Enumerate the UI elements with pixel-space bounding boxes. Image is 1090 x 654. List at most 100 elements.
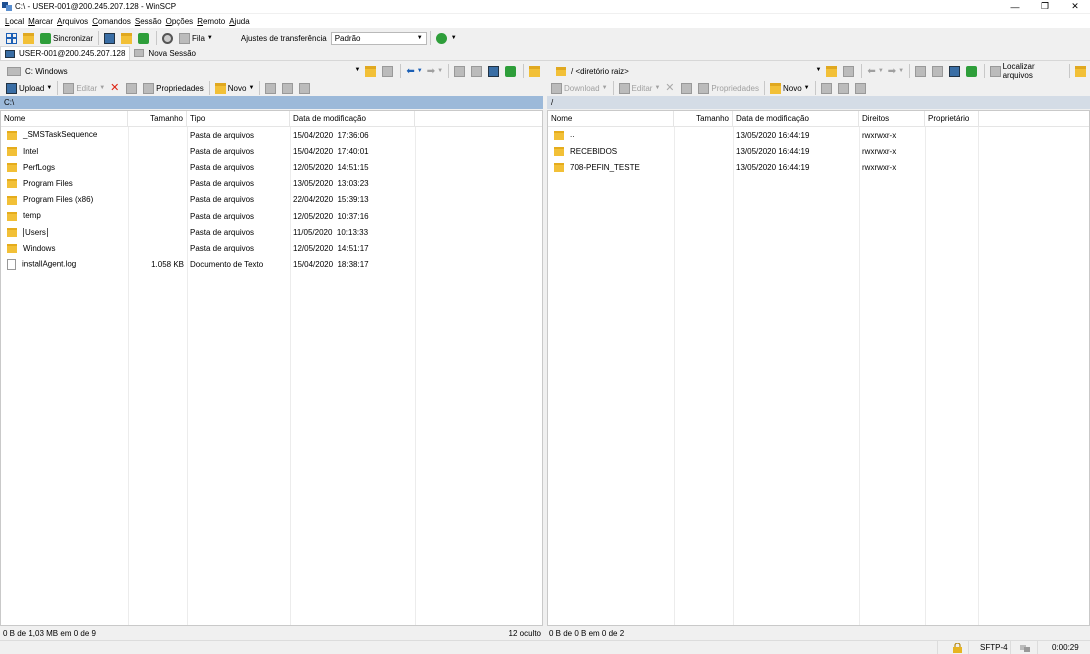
menu-ajuda[interactable]: Ajuda (229, 17, 249, 26)
table-row[interactable]: Users Pasta de arquivos 11/05/2020 10:13:3… (1, 224, 542, 240)
transfer-preset-select[interactable]: Padrão ▼ (330, 31, 427, 45)
compare-button[interactable] (4, 30, 21, 46)
queue-button[interactable]: Fila ▼ (177, 30, 215, 46)
close-button[interactable]: ✕ (1060, 0, 1090, 13)
tab-new-session[interactable]: Nova Sessão (130, 46, 200, 60)
synchronize-button[interactable]: Sincronizar (38, 30, 95, 46)
table-row[interactable]: .. 13/05/2020 16:44:19 rwxrwxr-x (548, 127, 1089, 143)
sync-browse-icon (23, 32, 34, 44)
remote-col-size[interactable]: Tamanho (674, 111, 733, 127)
remote-filter-button[interactable] (841, 63, 858, 79)
table-row[interactable]: PerfLogs Pasta de arquivos 12/05/2020 14:5… (1, 159, 542, 175)
local-rename-button[interactable] (124, 80, 141, 96)
local-unselect-button[interactable] (280, 80, 297, 96)
toolbar-separator (861, 64, 863, 78)
preferences-button[interactable] (160, 30, 177, 46)
download-button[interactable]: Download ▼ (549, 80, 610, 96)
local-drive-select[interactable]: C: Windows ▼ (4, 65, 363, 78)
remote-col-name[interactable]: Nome (548, 111, 674, 127)
remote-refresh-button[interactable] (964, 63, 981, 79)
local-col-size[interactable]: Tamanho (128, 111, 187, 127)
putty-button[interactable] (119, 30, 136, 46)
local-back-button[interactable]: ⬅ ▼ (404, 63, 424, 79)
restore-button[interactable]: ❐ (1030, 0, 1060, 13)
table-row[interactable]: Program Files Pasta de arquivos 13/05/2020… (1, 176, 542, 192)
putty-icon (121, 32, 133, 44)
remote-filter-select-button[interactable] (853, 80, 870, 96)
remote-edit-button[interactable]: Editar ▼ (617, 80, 663, 96)
remote-tree-button[interactable] (1073, 63, 1090, 79)
local-filter-select-button[interactable] (297, 80, 314, 96)
local-delete-button[interactable]: ✕ (107, 80, 124, 96)
transfer-settings-button[interactable]: ▼ (434, 30, 459, 46)
properties-label: Propriedades (156, 83, 204, 93)
table-row[interactable]: Intel Pasta de arquivos 15/04/2020 17:40:0… (1, 143, 542, 159)
local-col-type[interactable]: Tipo (187, 111, 290, 127)
local-parent-dir-button[interactable] (452, 63, 469, 79)
local-col-name[interactable]: Nome (1, 111, 128, 127)
tab-session[interactable]: USER-001@200.245.207.128 (0, 46, 131, 60)
menu-comandos[interactable]: Comandos (92, 17, 131, 26)
toolbar-separator (1069, 64, 1070, 78)
remote-parent-dir-button[interactable] (913, 63, 930, 79)
remote-delete-button[interactable]: ✕ (662, 80, 679, 96)
remote-file-list[interactable]: Nome Tamanho Data de modificação Direito… (547, 110, 1090, 626)
local-root-dir-button[interactable] (469, 63, 486, 79)
remote-properties-button[interactable]: Propriedades (696, 80, 761, 96)
remote-new-button[interactable]: Novo ▼ (768, 80, 812, 96)
remote-col-modified[interactable]: Data de modificação (733, 111, 859, 127)
new-label: Novo (782, 83, 802, 93)
local-open-dir-button[interactable] (363, 63, 380, 79)
local-tree-button[interactable] (527, 63, 544, 79)
local-refresh-button[interactable] (503, 63, 520, 79)
remote-select-all-button[interactable] (819, 80, 836, 96)
table-row[interactable]: installAgent.log 1.058 KB Documento de Tex… (1, 257, 542, 273)
properties-label: Propriedades (711, 83, 759, 93)
local-edit-button[interactable]: Editar ▼ (61, 80, 107, 96)
hidden-count-status[interactable]: 12 oculto (509, 629, 541, 638)
remote-back-button[interactable]: ⬅ ▼ (865, 63, 885, 79)
table-row[interactable]: _SMSTaskSequence Pasta de arquivos 15/04/2… (1, 127, 542, 143)
remote-rows: .. 13/05/2020 16:44:19 rwxrwxr-x RECEBIDOS 1… (548, 127, 1089, 176)
remote-home-button[interactable] (947, 63, 964, 79)
remote-open-dir-button[interactable] (824, 63, 841, 79)
table-row[interactable]: RECEBIDOS 13/05/2020 16:44:19 rwxrwxr-x (548, 143, 1089, 159)
file-modified: 15/04/2020 18:38:17 (293, 260, 369, 270)
menu-marcar[interactable]: Marcar (28, 17, 53, 26)
local-home-button[interactable] (486, 63, 503, 79)
remote-root-dir-button[interactable] (930, 63, 947, 79)
local-file-list[interactable]: Nome Tamanho Tipo Data de modificação _S… (0, 110, 543, 626)
table-row[interactable]: 708-PEFIN_TESTE 13/05/2020 16:44:19 rwxrwx… (548, 159, 1089, 175)
table-row[interactable]: Program Files (x86) Pasta de arquivos 22/0… (1, 192, 542, 208)
remote-unselect-button[interactable] (836, 80, 853, 96)
local-select-all-button[interactable] (263, 80, 280, 96)
local-properties-button[interactable]: Propriedades (141, 80, 206, 96)
menu-arquivos[interactable]: Arquivos (57, 17, 88, 26)
toolbar-separator (763, 81, 765, 95)
remote-rename-button[interactable] (679, 80, 696, 96)
sync-browse-button[interactable] (21, 30, 38, 46)
local-new-button[interactable]: Novo ▼ (213, 80, 257, 96)
find-files-button[interactable]: Localizar arquivos (988, 62, 1066, 80)
remote-location-select[interactable]: / <diretório raiz> ▼ (553, 65, 824, 78)
local-col-modified[interactable]: Data de modificação (290, 111, 415, 127)
menu-local[interactable]: Local (5, 17, 24, 26)
menu-remoto[interactable]: Remoto (197, 17, 225, 26)
minimize-button[interactable]: — (1000, 0, 1030, 13)
remote-forward-button[interactable]: ➡ ▼ (886, 63, 906, 79)
menu-sessao[interactable]: Sessão (135, 17, 162, 26)
upload-button[interactable]: Upload ▼ (4, 80, 54, 96)
drive-icon (7, 66, 21, 76)
terminal-button[interactable] (102, 30, 119, 46)
local-forward-button[interactable]: ➡ ▼ (425, 63, 445, 79)
local-filter-button[interactable] (380, 63, 397, 79)
menu-opcoes[interactable]: Opções (166, 17, 194, 26)
keep-remote-updated-button[interactable] (136, 30, 153, 46)
table-row[interactable]: Windows Pasta de arquivos 12/05/2020 14:51… (1, 240, 542, 256)
remote-col-rights[interactable]: Direitos (859, 111, 925, 127)
remote-col-owner[interactable]: Proprietário (925, 111, 979, 127)
file-type: Pasta de arquivos (190, 146, 255, 156)
column-divider (978, 127, 979, 625)
forward-arrow-icon: ➡ (426, 65, 436, 77)
table-row[interactable]: temp Pasta de arquivos 12/05/2020 10:37:16 (1, 208, 542, 224)
